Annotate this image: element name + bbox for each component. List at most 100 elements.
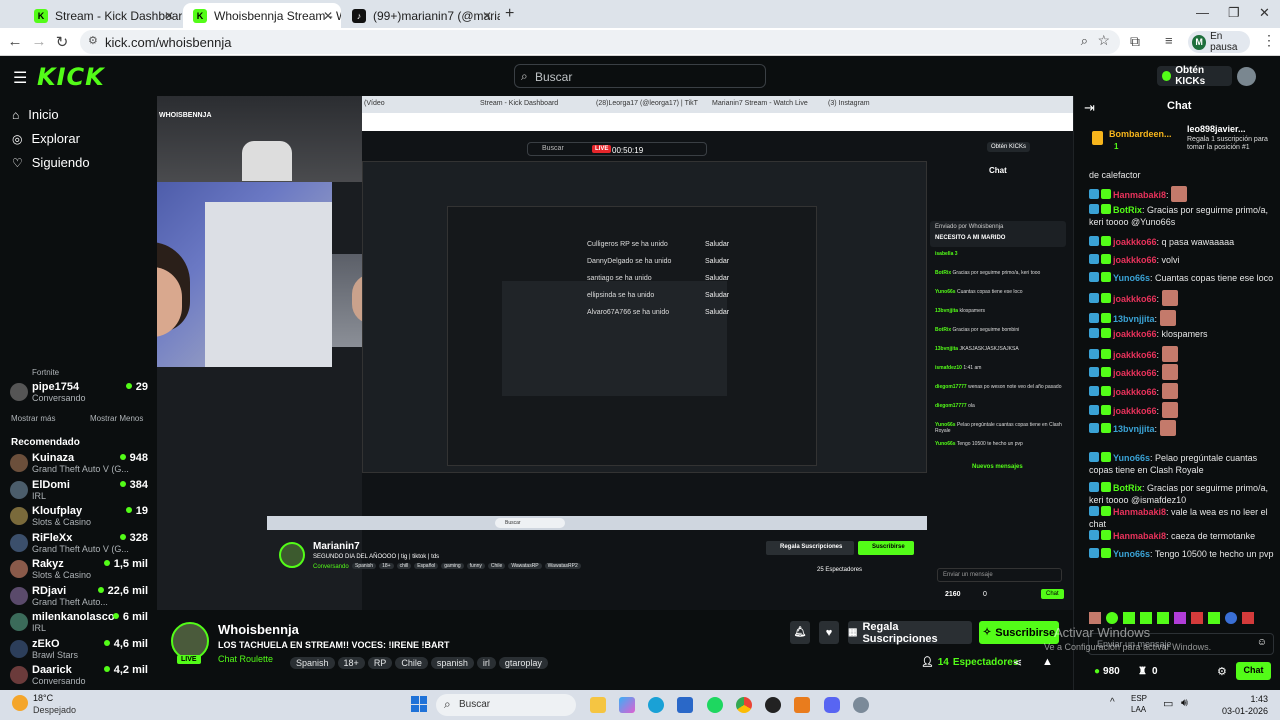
language-indicator[interactable]: ESP LAA (1131, 693, 1147, 715)
weather-icon[interactable] (12, 695, 28, 711)
share-icon[interactable]: ⋖ (1013, 656, 1022, 669)
media-icon[interactable]: ≡ (1165, 33, 1173, 48)
stream-tag[interactable]: Spanish (290, 657, 335, 669)
back-icon[interactable]: ← (6, 33, 24, 50)
chat-username[interactable]: joakkko66 (1113, 387, 1157, 397)
streamer-name[interactable]: Whoisbennja (218, 622, 299, 637)
sidebar-channel-pipe1754[interactable]: pipe1754 Conversando 29 (10, 381, 148, 405)
follow-button[interactable]: ♥ (819, 621, 839, 644)
hamburger-menu-icon[interactable]: ☰ (13, 68, 27, 88)
nav-explorar[interactable]: ◎ Explorar (12, 131, 80, 146)
nav-siguiendo[interactable]: ♡ Siguiendo (12, 155, 90, 170)
kick-logo[interactable]: KICK (37, 63, 105, 91)
close-icon[interactable]: ✕ (164, 9, 174, 23)
spotify-icon[interactable] (707, 697, 723, 713)
file-explorer-icon[interactable] (590, 697, 606, 713)
chat-username[interactable]: joakkko66 (1113, 255, 1157, 265)
chat-username[interactable]: Hanmabaki8 (1113, 190, 1166, 200)
search-input[interactable]: ⌕ Buscar (514, 64, 766, 88)
webcam-overlay: WHOISBENNJA (157, 96, 362, 182)
tab-whoisbennja[interactable]: K Whoisbennja Stream - Watch L ✕ (183, 3, 341, 28)
url-field[interactable]: ⚙ kick.com/whoisbennja ⌕ ☆ (80, 30, 1120, 54)
sidebar-channel[interactable]: Rakyz Slots & Casino 1,5 mil (10, 558, 148, 582)
bookmark-star-icon[interactable]: ☆ (1097, 32, 1110, 49)
reload-icon[interactable]: ↻ (53, 33, 71, 51)
windows-start-icon[interactable] (411, 696, 427, 712)
chat-settings-icon[interactable]: ⚙ (1217, 665, 1227, 678)
chrome-icon[interactable] (736, 697, 752, 713)
volume-icon[interactable]: 🔊︎ (1181, 697, 1188, 710)
sidebar-channel[interactable]: Kloufplay Slots & Casino 19 (10, 505, 148, 529)
chat-username[interactable]: Yuno66s (1113, 549, 1150, 559)
close-icon[interactable]: ✕ (482, 9, 492, 23)
network-icon[interactable]: ▭ (1163, 697, 1173, 710)
chat-username[interactable]: BotRix (1113, 483, 1142, 493)
stream-tag[interactable]: gtaroplay (498, 657, 548, 669)
stream-category[interactable]: Chat Roulette (218, 654, 273, 664)
stream-tag[interactable]: spanish (430, 657, 474, 669)
app-icon[interactable] (794, 697, 810, 713)
chat-username[interactable]: Hanmabaki8 (1113, 531, 1166, 541)
edge-icon[interactable] (648, 697, 664, 713)
zoom-icon[interactable]: ⌕ (1081, 33, 1088, 49)
site-info-icon[interactable]: ⚙ (88, 34, 98, 47)
window-close-icon[interactable]: ✕ (1259, 5, 1270, 21)
clock[interactable]: 1:43 03-01-2026 (1220, 693, 1268, 717)
sidebar-channel[interactable]: zEkO Brawl Stars 4,6 mil (10, 638, 148, 662)
chat-username[interactable]: joakkko66 (1113, 368, 1157, 378)
emoji-icon[interactable]: ☺ (1257, 637, 1267, 648)
tray-chevron-icon[interactable]: ^ (1110, 697, 1115, 708)
collapse-chat-icon[interactable]: ⇥ (1084, 100, 1095, 116)
stream-tag[interactable]: 18+ (337, 657, 365, 669)
video-player[interactable]: WHOISBENNJA (Vídeo Stream - Kick Dashboar… (157, 96, 1073, 610)
user-avatar[interactable] (1237, 67, 1256, 86)
maximize-icon[interactable]: ❐ (1228, 5, 1240, 21)
minimize-icon[interactable]: — (1196, 5, 1209, 20)
chat-username[interactable]: 13bvnjjita (1113, 314, 1155, 324)
profile-chip[interactable]: M En pausa (1188, 31, 1250, 53)
chat-username[interactable]: 13bvnjjita (1113, 424, 1155, 434)
report-icon[interactable]: ▲ (1042, 656, 1053, 668)
obs-icon[interactable] (765, 697, 781, 713)
tab-tiktok[interactable]: ♪ (99+)marianin7 (@marianin777 ✕ (342, 3, 500, 28)
gift-subscriptions-button[interactable]: ▦ Regala Suscripciones (848, 621, 972, 645)
chat-send-button[interactable]: Chat (1236, 662, 1271, 680)
taskbar-search[interactable]: ⌕ Buscar (436, 694, 576, 716)
chat-username[interactable]: Hanmabaki8 (1113, 507, 1166, 517)
forward-icon[interactable]: → (30, 33, 48, 50)
get-kicks-button[interactable]: Obtén KICKs (1157, 65, 1232, 87)
chat-username[interactable]: Yuno66s (1113, 453, 1150, 463)
discord-icon[interactable] (824, 697, 840, 713)
nav-inicio[interactable]: ⌂ Inicio (12, 107, 59, 122)
subscribe-button[interactable]: ✧ Suscribirse (979, 621, 1059, 644)
chat-username[interactable]: Yuno66s (1113, 273, 1150, 283)
menu-dots-icon[interactable]: ⋮ (1262, 32, 1276, 49)
new-tab-icon[interactable]: + (505, 5, 514, 23)
sidebar-channel[interactable]: ElDomi IRL 384 (10, 479, 148, 503)
sidebar-channel[interactable]: Daarick Conversando 4,2 mil (10, 664, 148, 688)
stream-tag[interactable]: irl (476, 657, 496, 669)
kicks-balance[interactable]: ● 980 (1094, 666, 1120, 677)
notifications-button[interactable]: 🔔︎ (790, 621, 810, 644)
chat-username[interactable]: joakkko66 (1113, 294, 1157, 304)
show-less-link[interactable]: Mostrar Menos (90, 414, 143, 423)
sidebar-channel[interactable]: milenkanolasco IRL 6 mil (10, 611, 148, 635)
extensions-icon[interactable]: ⧉ (1130, 33, 1140, 50)
sidebar-channel[interactable]: RiFleXx Grand Theft Auto V (G... 328 (10, 532, 148, 556)
stream-tag[interactable]: Chile (395, 657, 428, 669)
tab-kick-dashboard[interactable]: K Stream - Kick Dashboard ✕ (24, 3, 182, 28)
chat-username[interactable]: BotRix (1113, 205, 1142, 215)
store-icon[interactable] (677, 697, 693, 713)
points-balance[interactable]: ♜ 0 (1138, 666, 1158, 677)
chat-username[interactable]: joakkko66 (1113, 406, 1157, 416)
copilot-icon[interactable] (619, 697, 635, 713)
chat-username[interactable]: joakkko66 (1113, 237, 1157, 247)
sidebar-channel[interactable]: Kuinaza Grand Theft Auto V (G... 948 (10, 452, 148, 476)
chat-username[interactable]: joakkko66 (1113, 329, 1157, 339)
settings-icon[interactable] (853, 697, 869, 713)
chat-username[interactable]: joakkko66 (1113, 350, 1157, 360)
stream-tag[interactable]: RP (367, 657, 393, 669)
show-more-link[interactable]: Mostrar más (11, 414, 55, 423)
close-icon[interactable]: ✕ (323, 9, 333, 23)
sidebar-channel[interactable]: RDjavi Grand Theft Auto... 22,6 mil (10, 585, 148, 609)
